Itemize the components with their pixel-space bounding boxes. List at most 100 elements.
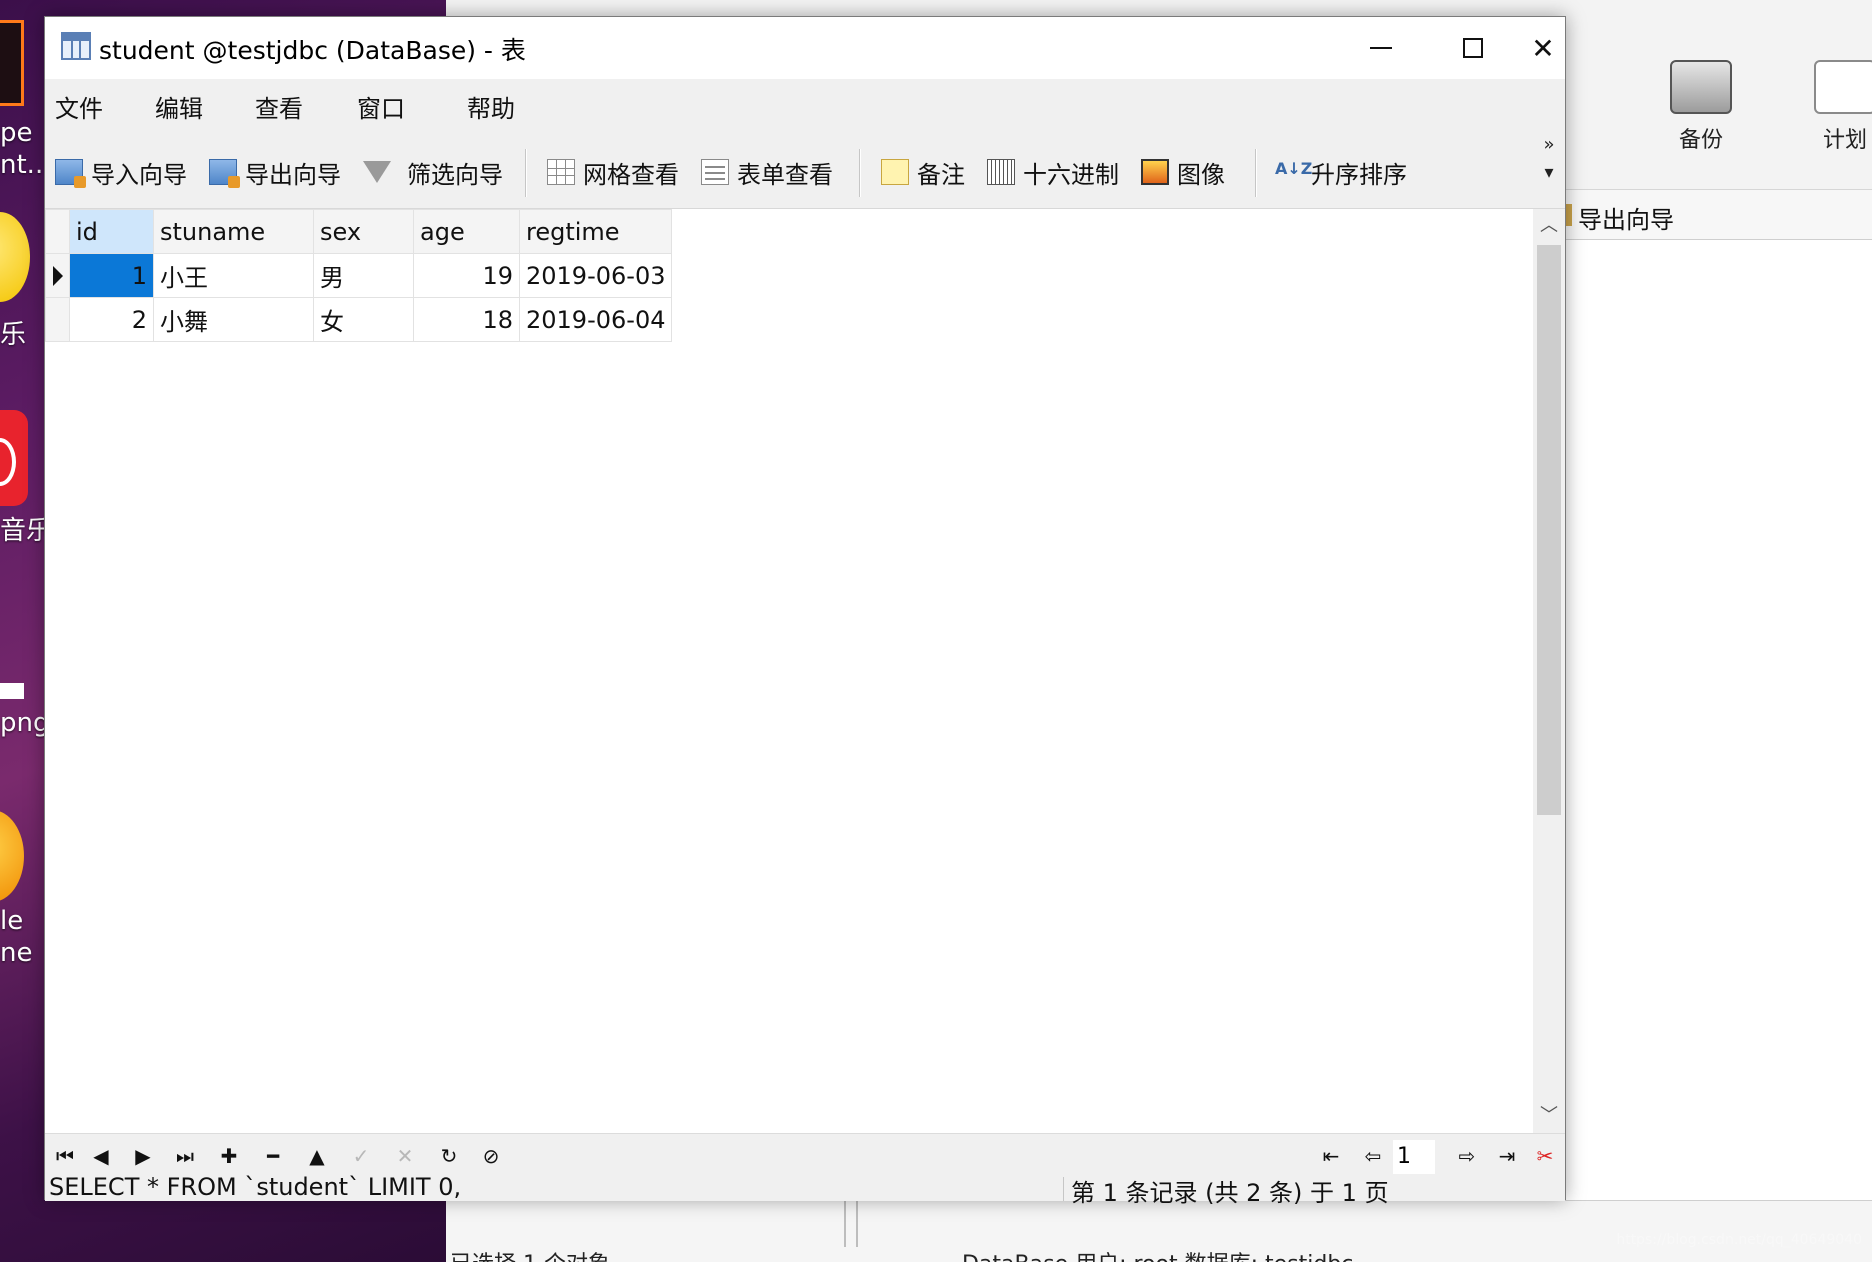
cell-sex[interactable]: 女 [313, 297, 414, 342]
column-header-stuname[interactable]: stuname [153, 209, 314, 254]
title-bar[interactable]: student @testjdbc (DataBase) - 表 ✕ [45, 17, 1565, 79]
last-record-button[interactable]: ⏭ [171, 1142, 199, 1170]
backup-icon [1670, 60, 1732, 114]
desktop-app-icon[interactable] [0, 20, 24, 106]
cell-age[interactable]: 18 [413, 297, 520, 342]
next-record-button[interactable]: ▶ [129, 1142, 157, 1170]
sort-ascending-button[interactable]: A↓Z 升序排序 [1275, 155, 1407, 189]
refresh-button[interactable]: ↻ [435, 1142, 463, 1170]
desktop-label: 乐 [0, 320, 27, 350]
netease-music-icon[interactable] [0, 410, 28, 506]
menu-help[interactable]: 帮助 [467, 89, 515, 124]
vertical-scrollbar[interactable]: ︿ ﹀ [1533, 209, 1565, 1133]
bg-tool-label: 备份 [1678, 128, 1723, 153]
minimize-button[interactable] [1335, 17, 1427, 79]
scroll-up-icon[interactable]: ︿ [1533, 209, 1565, 243]
cell-stuname[interactable]: 小舞 [153, 297, 314, 342]
desktop-file-icon[interactable] [0, 683, 24, 699]
sql-status: SELECT * FROM `student` LIMIT 0, [49, 1173, 462, 1201]
bg-export-wizard[interactable]: 导出向导 [1578, 200, 1674, 235]
bg-tool-schedule[interactable]: 计划 [1814, 60, 1872, 154]
image-label: 图像 [1177, 160, 1225, 189]
grid-icon [547, 159, 575, 185]
grid-view-label: 网格查看 [583, 160, 679, 189]
close-button[interactable]: ✕ [1519, 17, 1567, 79]
column-header-id[interactable]: id [69, 209, 154, 254]
discard-changes-button[interactable]: ✕ [391, 1142, 419, 1170]
stop-button[interactable]: ⊘ [477, 1142, 505, 1170]
desktop-label: le [0, 906, 24, 936]
cell-regtime[interactable]: 2019-06-03 [518, 253, 673, 298]
page-number-input[interactable]: 1 [1393, 1140, 1435, 1174]
row-indicator[interactable] [45, 297, 70, 342]
minimize-icon [1370, 47, 1392, 49]
prev-record-button[interactable]: ◀ [87, 1142, 115, 1170]
sort-ascending-label: 升序排序 [1311, 160, 1407, 189]
bg-tool-backup[interactable]: 备份 [1670, 60, 1732, 154]
cell-stuname[interactable]: 小王 [153, 253, 314, 298]
add-record-button[interactable]: ✚ [215, 1142, 243, 1170]
export-wizard-button[interactable]: 导出向导 [209, 155, 341, 189]
toolbar-separator [525, 149, 526, 197]
bg-status-connection: DataBase 用户: root 数据库: testjdbc [962, 1246, 1353, 1262]
divider [856, 1201, 858, 1247]
menu-view[interactable]: 查看 [255, 89, 303, 124]
current-row-arrow-icon [53, 265, 63, 286]
cell-sex[interactable]: 男 [313, 253, 414, 298]
import-wizard-button[interactable]: 导入向导 [55, 155, 187, 189]
first-record-button[interactable]: ⏮ [51, 1142, 79, 1170]
menu-window[interactable]: 窗口 [357, 89, 405, 124]
grid-view-button[interactable]: 网格查看 [547, 155, 679, 189]
form-view-button[interactable]: 表单查看 [701, 155, 833, 189]
import-wizard-label: 导入向导 [91, 160, 187, 189]
prev-page-button[interactable]: ⇦ [1359, 1142, 1387, 1170]
hex-label: 十六进制 [1023, 160, 1119, 189]
column-header-sex[interactable]: sex [313, 209, 414, 254]
up-button[interactable]: ▲ [303, 1142, 331, 1170]
first-page-button[interactable]: ⇤ [1317, 1142, 1345, 1170]
apply-changes-button[interactable]: ✓ [347, 1142, 375, 1170]
table-row[interactable]: 1 小王 男 19 2019-06-03 [45, 253, 673, 298]
cell-id[interactable]: 2 [69, 297, 154, 342]
desktop-label: pe [0, 118, 33, 148]
maximize-icon [1463, 38, 1483, 58]
column-header-regtime[interactable]: regtime [518, 209, 673, 254]
record-info-status: 第 1 条记录 (共 2 条) 于 1 页 [1071, 1179, 1389, 1207]
cell-regtime[interactable]: 2019-06-04 [518, 297, 673, 342]
filter-icon [363, 161, 391, 183]
delete-record-button[interactable]: ━ [259, 1142, 287, 1170]
cell-age[interactable]: 19 [413, 253, 520, 298]
filter-wizard-label: 筛选向导 [407, 160, 503, 189]
chevron-double-right-icon: » [1543, 134, 1555, 155]
sort-ascending-icon: A↓Z [1275, 159, 1313, 178]
next-page-button[interactable]: ⇨ [1453, 1142, 1481, 1170]
page-settings-button[interactable]: ✂ [1531, 1142, 1559, 1170]
desktop-app-icon[interactable] [0, 212, 30, 302]
menu-edit[interactable]: 编辑 [155, 89, 203, 124]
toolbar-separator [859, 149, 860, 197]
close-icon: ✕ [1531, 31, 1555, 65]
scrollbar-thumb[interactable] [1537, 245, 1561, 815]
chrome-icon[interactable] [0, 810, 24, 902]
form-icon [701, 159, 729, 185]
filter-wizard-button[interactable]: 筛选向导 [363, 155, 503, 189]
column-header-age[interactable]: age [413, 209, 520, 254]
table-row[interactable]: 2 小舞 女 18 2019-06-04 [45, 297, 673, 342]
maximize-button[interactable] [1427, 17, 1519, 79]
export-icon [209, 159, 240, 188]
scroll-down-icon[interactable]: ﹀ [1533, 1099, 1565, 1133]
desktop-label: ne [0, 938, 33, 968]
cell-id[interactable]: 1 [69, 253, 154, 298]
export-wizard-label: 导出向导 [245, 160, 341, 189]
toolbar-overflow-button[interactable]: » ▾ [1539, 131, 1559, 187]
last-page-button[interactable]: ⇥ [1493, 1142, 1521, 1170]
image-icon [1141, 159, 1169, 185]
divider [844, 1201, 846, 1247]
memo-icon [881, 159, 909, 185]
hex-button[interactable]: 十六进制 [987, 155, 1119, 189]
image-button[interactable]: 图像 [1141, 155, 1225, 189]
row-indicator[interactable] [45, 253, 70, 298]
menu-file[interactable]: 文件 [55, 89, 103, 124]
memo-button[interactable]: 备注 [881, 155, 965, 189]
bg-tool-label: 计划 [1822, 128, 1867, 153]
